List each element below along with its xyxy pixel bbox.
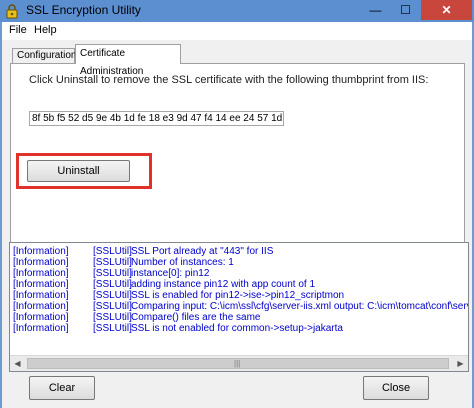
log-level: [Information] bbox=[13, 301, 69, 312]
title-bar[interactable]: SSL Encryption Utility — ☐ ✕ bbox=[0, 0, 474, 22]
log-source: [SSLUtil] bbox=[93, 323, 132, 334]
window-title: SSL Encryption Utility bbox=[26, 3, 141, 17]
log-level: [Information] bbox=[13, 323, 69, 334]
minimize-button[interactable]: — bbox=[362, 0, 389, 20]
scroll-right-arrow-icon[interactable]: ▶ bbox=[453, 356, 468, 371]
clear-button[interactable]: Clear bbox=[29, 376, 95, 400]
log-message: adding instance pin12 with app count of … bbox=[131, 279, 316, 290]
log-level: [Information] bbox=[13, 290, 69, 301]
horizontal-scrollbar[interactable]: ◀ ||| ▶ bbox=[10, 355, 468, 371]
certificate-admin-panel: Click Uninstall to remove the SSL certif… bbox=[10, 63, 465, 247]
log-level: [Information] bbox=[13, 279, 69, 290]
menu-help[interactable]: Help bbox=[34, 24, 57, 36]
log-source: [SSLUtil] bbox=[93, 312, 132, 323]
log-message: instance[0]: pin12 bbox=[131, 268, 210, 279]
log-source: [SSLUtil] bbox=[93, 290, 132, 301]
menu-file[interactable]: File bbox=[9, 24, 27, 36]
tab-certificate-administration[interactable]: Certificate Administration bbox=[75, 44, 181, 77]
log-message: Comparing input: C:\icm\ssl\cfg\server-i… bbox=[131, 301, 469, 312]
close-button[interactable]: Close bbox=[363, 376, 429, 400]
scroll-grip-icon: ||| bbox=[234, 359, 241, 368]
menu-bar: File Help bbox=[2, 22, 472, 40]
log-level: [Information] bbox=[13, 246, 69, 257]
close-window-button[interactable]: ✕ bbox=[421, 0, 472, 20]
uninstall-button[interactable]: Uninstall bbox=[27, 160, 130, 182]
maximize-button[interactable]: ☐ bbox=[392, 0, 419, 20]
log-message: Compare() files are the same bbox=[131, 312, 261, 323]
log-source: [SSLUtil] bbox=[93, 246, 132, 257]
log-source: [SSLUtil] bbox=[93, 257, 132, 268]
app-window: SSL Encryption Utility — ☐ ✕ File Help C… bbox=[0, 0, 474, 408]
log-message: SSL is enabled for pin12->ise->pin12_scr… bbox=[131, 290, 345, 301]
lock-icon bbox=[6, 4, 18, 19]
log-message: Number of instances: 1 bbox=[131, 257, 234, 268]
log-level: [Information] bbox=[13, 257, 69, 268]
log-source: [SSLUtil] bbox=[93, 301, 132, 312]
thumbprint-field[interactable]: 8f 5b f5 52 d5 9e 4b 1d fe 18 e3 9d 47 f… bbox=[29, 111, 284, 126]
log-source: [SSLUtil] bbox=[93, 268, 132, 279]
log-message: SSL is not enabled for common->setup->ja… bbox=[131, 323, 343, 334]
log-source: [SSLUtil] bbox=[93, 279, 132, 290]
scroll-left-arrow-icon[interactable]: ◀ bbox=[10, 356, 25, 371]
log-message: SSL Port already at "443" for IIS bbox=[131, 246, 274, 257]
log-output[interactable]: [Information] [SSLUtil] SSL Port already a… bbox=[9, 242, 469, 372]
log-level: [Information] bbox=[13, 268, 69, 279]
scroll-thumb[interactable]: ||| bbox=[27, 358, 449, 369]
tab-configuration[interactable]: Configuration bbox=[12, 48, 76, 63]
log-level: [Information] bbox=[13, 312, 69, 323]
client-area: File Help Configuration Certificate Admi… bbox=[2, 22, 472, 408]
